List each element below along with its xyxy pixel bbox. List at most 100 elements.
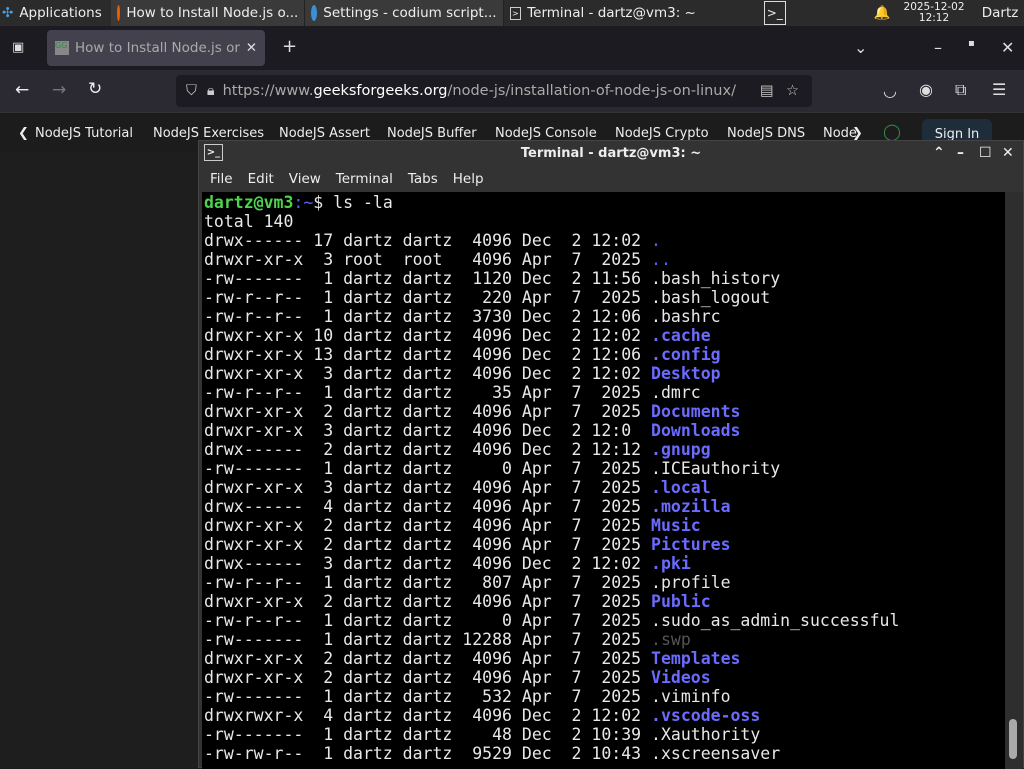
file-meta: drwxr-xr-x 2 dartz dartz 4096 Apr 7 2025 [204,402,652,421]
new-tab-button[interactable]: + [282,36,297,57]
file-meta: drwxr-xr-x 2 dartz dartz 4096 Apr 7 2025 [204,668,652,687]
extensions-icon[interactable]: ⧉ [955,80,966,100]
ls-row: -rw-r--r-- 1 dartz dartz 220 Apr 7 2025 … [204,288,1005,307]
file-meta: drwxr-xr-x 3 root root 4096 Apr 7 2025 [204,250,652,269]
close-tab-icon[interactable]: ✕ [246,40,257,56]
file-name: Templates [651,649,741,668]
search-icon[interactable]: ◯ [883,122,901,141]
file-meta: -rw-rw-r-- 1 dartz dartz 9529 Dec 2 10:4… [204,744,652,763]
scrollbar-thumb[interactable] [1009,719,1017,759]
ls-row: drwxr-xr-x 2 dartz dartz 4096 Apr 7 2025… [204,668,1005,687]
file-meta: drwxr-xr-x 13 dartz dartz 4096 Dec 2 12:… [204,345,652,364]
notifications-icon[interactable]: 🔔 [868,0,897,26]
navigation-toolbar: ← → ↻ ⛉ 🔒︎ https://www.geeksforgeeks.org… [0,70,1024,112]
nav-link[interactable]: NodeJS Buffer [387,126,477,141]
ls-row: drwx------ 17 dartz dartz 4096 Dec 2 12:… [204,231,1005,250]
ls-row: drwxr-xr-x 2 dartz dartz 4096 Apr 7 2025… [204,535,1005,554]
file-meta: drwxr-xr-x 2 dartz dartz 4096 Apr 7 2025 [204,535,652,554]
task-codium[interactable]: Settings - codium script... [305,0,504,26]
terminal-titlebar[interactable]: >_ Terminal - dartz@vm3: ~ ⌃ – ☐ ✕ [199,141,1023,166]
tab-overview-icon[interactable]: ▣ [12,40,24,55]
shield-icon: ⛉ [186,83,197,99]
ls-row: -rw------- 1 dartz dartz 0 Apr 7 2025 .I… [204,459,1005,478]
list-tabs-icon[interactable]: ⌄ [854,38,867,57]
nav-link[interactable]: NodeJS Assert [279,126,370,141]
file-meta: drwx------ 4 dartz dartz 4096 Apr 7 2025 [204,497,652,516]
ls-row: drwx------ 2 dartz dartz 4096 Dec 2 12:1… [204,440,1005,459]
file-name: .xscreensaver [651,744,781,763]
task-firefox[interactable]: How to Install Node.js o... [111,0,306,26]
pocket-icon[interactable]: ◡ [883,81,897,100]
terminal-scrollbar[interactable] [1005,192,1023,769]
terminal-icon: >_ [763,1,786,25]
file-name: .gnupg [651,440,711,459]
workspace-switcher[interactable]: >_ [758,0,792,26]
ls-row: -rw-r--r-- 1 dartz dartz 3730 Dec 2 12:0… [204,307,1005,326]
account-icon[interactable]: ◉ [919,80,933,99]
nav-link[interactable]: NodeJS Crypto [615,126,709,141]
file-name: .viminfo [651,687,731,706]
ls-row: drwxr-xr-x 2 dartz dartz 4096 Apr 7 2025… [204,402,1005,421]
file-name: .profile [651,573,731,592]
file-meta: -rw-r--r-- 1 dartz dartz 3730 Dec 2 12:0… [204,307,652,326]
forward-icon[interactable]: → [52,80,66,100]
ls-row: drwxr-xr-x 3 dartz dartz 4096 Dec 2 12:0… [204,364,1005,383]
nav-link[interactable]: NodeJS DNS [727,126,805,141]
reload-icon[interactable]: ↻ [88,79,102,99]
prompt-line: dartz@vm3:~$ ls -la [204,193,393,212]
ls-row: drwxr-xr-x 10 dartz dartz 4096 Dec 2 12:… [204,326,1005,345]
url-bar[interactable]: ⛉ 🔒︎ https://www.geeksforgeeks.org/node-… [176,75,812,107]
nav-link[interactable]: NodeJS Tutorial [35,126,133,141]
file-name: .swp [651,630,691,649]
ls-row: drwxr-xr-x 2 dartz dartz 4096 Apr 7 2025… [204,649,1005,668]
file-name: .mozilla [651,497,731,516]
close-icon[interactable]: ✕ [1002,145,1014,161]
maximize-icon[interactable]: ▪ [968,38,975,49]
ls-row: drwxr-xr-x 2 dartz dartz 4096 Apr 7 2025… [204,516,1005,535]
file-name: .cache [651,326,711,345]
menu-help[interactable]: Help [453,171,484,187]
nav-link[interactable]: NodeJS Console [495,126,597,141]
terminal-output[interactable]: dartz@vm3:~$ ls -la total 140 drwx------ 1… [202,192,1005,769]
file-meta: drwx------ 17 dartz dartz 4096 Dec 2 12:… [204,231,652,250]
applications-menu[interactable]: ✣ Applications [0,0,111,26]
ls-row: drwxr-xr-x 2 dartz dartz 4096 Apr 7 2025… [204,592,1005,611]
ls-row: -rw-r--r-- 1 dartz dartz 35 Apr 7 2025 .… [204,383,1005,402]
ls-row: drwxrwxr-x 4 dartz dartz 4096 Dec 2 12:0… [204,706,1005,725]
reader-view-icon[interactable]: ▤ [760,83,774,99]
menu-terminal[interactable]: Terminal [336,171,393,187]
menu-file[interactable]: File [210,171,233,187]
file-meta: -rw------- 1 dartz dartz 532 Apr 7 2025 [204,687,652,706]
file-name: Videos [651,668,711,687]
taskbar: ✣ Applications How to Install Node.js o..… [0,0,1024,26]
file-name: Pictures [651,535,731,554]
chevron-left-icon[interactable]: ❮ [18,126,29,141]
file-name: .bash_logout [651,288,771,307]
task-terminal[interactable]: > Terminal - dartz@vm3: ~ [504,0,702,26]
minimize-icon[interactable]: – [934,38,942,57]
clock[interactable]: 2025-12-02 12:12 [902,2,965,24]
nav-link[interactable]: NodeJS Exercises [153,126,264,141]
file-name: Public [651,592,711,611]
ls-row: -rw-r--r-- 1 dartz dartz 0 Apr 7 2025 .s… [204,611,1005,630]
chevron-right-icon[interactable]: ❯ [852,126,863,141]
menu-edit[interactable]: Edit [248,171,274,187]
shade-icon[interactable]: ⌃ [933,145,945,161]
file-meta: drwxr-xr-x 2 dartz dartz 4096 Apr 7 2025 [204,649,652,668]
file-name: Music [651,516,701,535]
close-window-icon[interactable]: ✕ [1001,38,1014,57]
back-icon[interactable]: ← [15,80,29,100]
menu-view[interactable]: View [289,171,321,187]
hamburger-menu-icon[interactable]: ☰ [992,80,1006,99]
ls-row: drwx------ 4 dartz dartz 4096 Apr 7 2025… [204,497,1005,516]
menu-tabs[interactable]: Tabs [408,171,438,187]
tab-nodejs-install[interactable]: GG How to Install Node.js or ✕ [47,30,265,66]
ls-row: -rw------- 1 dartz dartz 12288 Apr 7 202… [204,630,1005,649]
user-menu[interactable]: Dartz [976,0,1024,26]
file-meta: drwx------ 3 dartz dartz 4096 Dec 2 12:0… [204,554,652,573]
minimize-icon[interactable]: – [957,145,964,161]
bookmark-star-icon[interactable]: ☆ [786,83,799,99]
file-meta: drwxr-xr-x 2 dartz dartz 4096 Apr 7 2025 [204,592,652,611]
maximize-icon[interactable]: ☐ [979,145,992,161]
file-meta: -rw------- 1 dartz dartz 0 Apr 7 2025 [204,459,652,478]
